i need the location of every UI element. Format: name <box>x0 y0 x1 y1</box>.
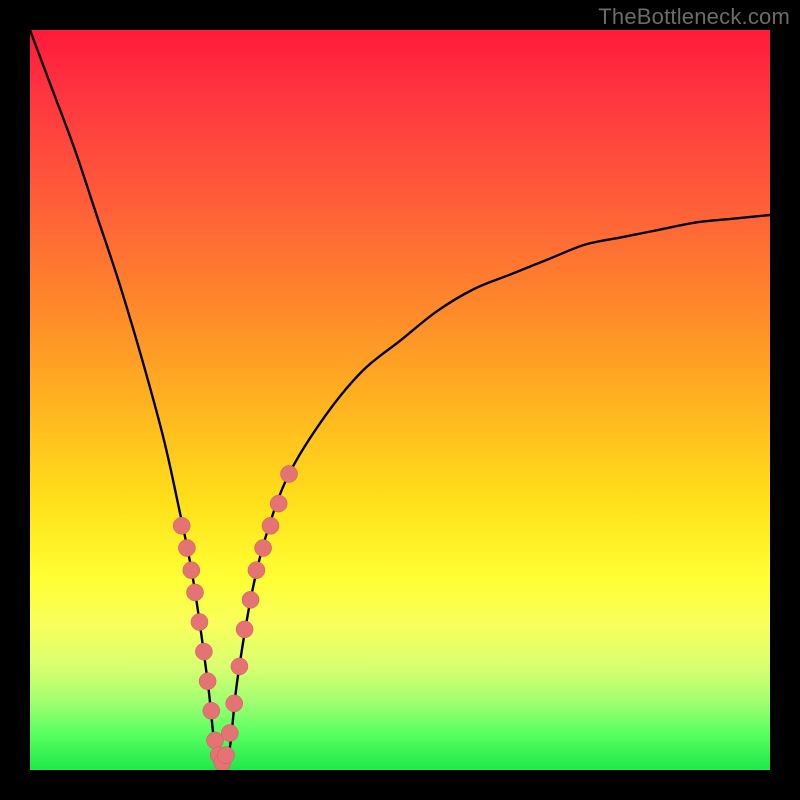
data-marker <box>255 540 272 557</box>
data-marker <box>270 495 287 512</box>
data-marker <box>183 562 200 579</box>
watermark-text: TheBottleneck.com <box>598 4 790 30</box>
data-marker <box>195 643 212 660</box>
data-marker <box>173 517 190 534</box>
data-marker <box>236 621 253 638</box>
chart-svg <box>30 30 770 770</box>
chart-frame: TheBottleneck.com <box>0 0 800 800</box>
data-marker <box>218 747 235 764</box>
data-marker <box>191 614 208 631</box>
bottleneck-curve <box>30 30 770 770</box>
data-marker <box>231 658 248 675</box>
data-marker <box>207 732 224 749</box>
data-marker <box>262 517 279 534</box>
data-marker <box>226 695 243 712</box>
data-marker <box>281 466 298 483</box>
data-marker <box>199 673 216 690</box>
plot-area <box>30 30 770 770</box>
data-marker <box>242 591 259 608</box>
data-marker <box>187 584 204 601</box>
data-marker <box>248 562 265 579</box>
data-marker <box>178 540 195 557</box>
data-marker <box>203 702 220 719</box>
data-marker <box>221 725 238 742</box>
